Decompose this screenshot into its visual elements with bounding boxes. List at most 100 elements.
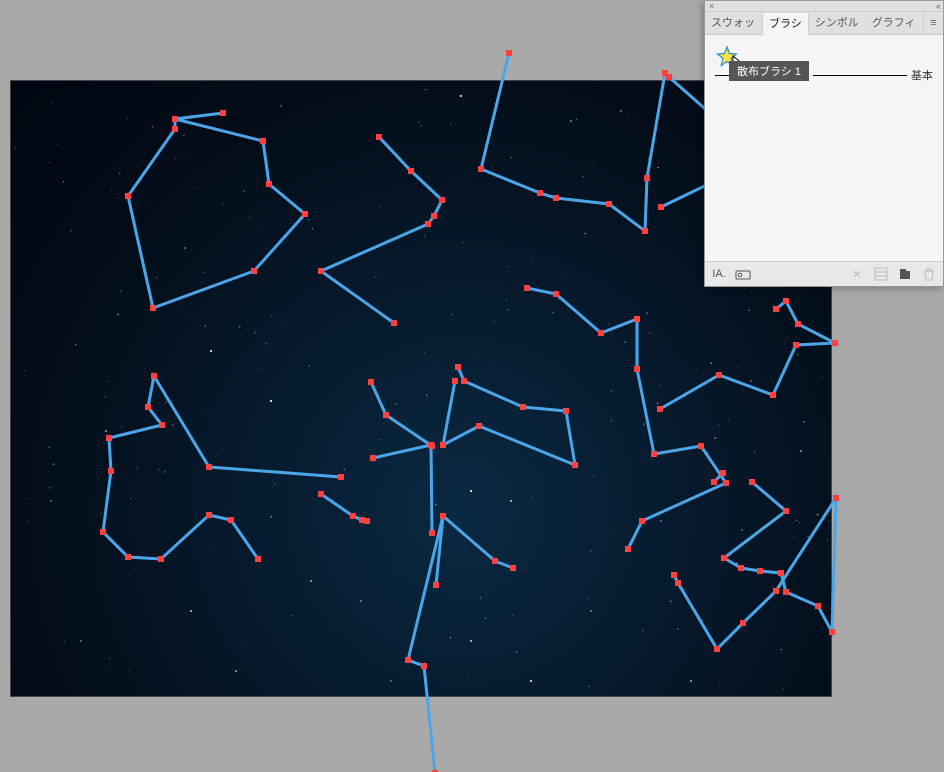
vector-path[interactable]	[321, 137, 442, 323]
anchor-point[interactable]	[106, 435, 112, 441]
anchor-point[interactable]	[433, 582, 439, 588]
anchor-point[interactable]	[773, 306, 779, 312]
anchor-point[interactable]	[815, 603, 821, 609]
anchor-point[interactable]	[671, 572, 677, 578]
basic-brush-row[interactable]: 基本	[715, 67, 933, 83]
anchor-point[interactable]	[145, 404, 151, 410]
vector-path[interactable]	[128, 113, 305, 308]
anchor-point[interactable]	[108, 468, 114, 474]
anchor-point[interactable]	[711, 479, 717, 485]
anchor-point[interactable]	[159, 422, 165, 428]
collapse-icon[interactable]: «	[936, 1, 939, 11]
anchor-point[interactable]	[425, 221, 431, 227]
anchor-point[interactable]	[206, 464, 212, 470]
anchor-point[interactable]	[251, 268, 257, 274]
anchor-point[interactable]	[757, 568, 763, 574]
anchor-point[interactable]	[642, 228, 648, 234]
anchor-point[interactable]	[553, 291, 559, 297]
anchor-point[interactable]	[318, 491, 324, 497]
anchor-point[interactable]	[383, 412, 389, 418]
anchor-point[interactable]	[405, 657, 411, 663]
anchor-point[interactable]	[783, 298, 789, 304]
anchor-point[interactable]	[658, 204, 664, 210]
anchor-point[interactable]	[720, 470, 726, 476]
anchor-point[interactable]	[606, 201, 612, 207]
anchor-point[interactable]	[644, 175, 650, 181]
anchor-point[interactable]	[172, 116, 178, 122]
anchor-point[interactable]	[100, 529, 106, 535]
anchor-point[interactable]	[318, 268, 324, 274]
anchor-point[interactable]	[738, 565, 744, 571]
anchor-point[interactable]	[266, 181, 272, 187]
anchor-point[interactable]	[125, 554, 131, 560]
anchor-point[interactable]	[150, 305, 156, 311]
anchor-point[interactable]	[439, 197, 445, 203]
anchor-point[interactable]	[455, 364, 461, 370]
anchor-point[interactable]	[206, 512, 212, 518]
anchor-point[interactable]	[172, 126, 178, 132]
anchor-point[interactable]	[440, 442, 446, 448]
tab-brushes[interactable]: ブラシ	[762, 13, 809, 35]
vector-path[interactable]	[674, 482, 836, 649]
anchor-point[interactable]	[657, 406, 663, 412]
anchor-point[interactable]	[255, 556, 261, 562]
anchor-point[interactable]	[723, 480, 729, 486]
anchor-point[interactable]	[666, 74, 672, 80]
anchor-point[interactable]	[338, 474, 344, 480]
anchor-point[interactable]	[716, 372, 722, 378]
anchor-point[interactable]	[421, 663, 427, 669]
anchor-point[interactable]	[125, 193, 131, 199]
brush-libraries-icon[interactable]: IA.	[711, 266, 727, 282]
anchor-point[interactable]	[260, 138, 266, 144]
anchor-point[interactable]	[370, 455, 376, 461]
anchor-point[interactable]	[537, 190, 543, 196]
anchor-point[interactable]	[563, 408, 569, 414]
anchor-point[interactable]	[625, 546, 631, 552]
anchor-point[interactable]	[510, 565, 516, 571]
anchor-point[interactable]	[773, 588, 779, 594]
anchor-point[interactable]	[506, 50, 512, 56]
new-brush-icon[interactable]	[897, 266, 913, 282]
anchor-point[interactable]	[698, 443, 704, 449]
anchor-point[interactable]	[440, 513, 446, 519]
anchor-point[interactable]	[740, 620, 746, 626]
libraries-menu-icon[interactable]	[735, 266, 751, 282]
anchor-point[interactable]	[376, 134, 382, 140]
anchor-point[interactable]	[829, 629, 835, 635]
tab-symbols[interactable]: シンボル	[809, 12, 866, 34]
anchor-point[interactable]	[634, 366, 640, 372]
anchor-point[interactable]	[833, 495, 839, 501]
anchor-point[interactable]	[151, 373, 157, 379]
anchor-point[interactable]	[675, 580, 681, 586]
vector-path[interactable]	[321, 494, 367, 521]
anchor-point[interactable]	[783, 589, 789, 595]
anchor-point[interactable]	[478, 166, 484, 172]
vector-path[interactable]	[371, 382, 432, 446]
anchor-point[interactable]	[220, 110, 226, 116]
anchor-point[interactable]	[492, 558, 498, 564]
anchor-point[interactable]	[391, 320, 397, 326]
anchor-point[interactable]	[795, 321, 801, 327]
anchor-point[interactable]	[431, 213, 437, 219]
anchor-point[interactable]	[520, 404, 526, 410]
vector-path[interactable]	[527, 288, 726, 549]
anchor-point[interactable]	[572, 462, 578, 468]
anchor-point[interactable]	[364, 518, 370, 524]
anchor-point[interactable]	[832, 340, 838, 346]
anchor-point[interactable]	[461, 378, 467, 384]
tab-graphic-styles[interactable]: グラフィ	[866, 12, 923, 34]
anchor-point[interactable]	[634, 316, 640, 322]
vector-path[interactable]	[443, 516, 513, 568]
anchor-point[interactable]	[714, 646, 720, 652]
anchor-point[interactable]	[553, 195, 559, 201]
close-icon[interactable]: ×	[709, 1, 714, 11]
tab-swatches[interactable]: スウォッ	[705, 12, 762, 34]
anchor-point[interactable]	[476, 423, 482, 429]
anchor-point[interactable]	[651, 451, 657, 457]
anchor-point[interactable]	[749, 479, 755, 485]
anchor-point[interactable]	[778, 570, 784, 576]
vector-path[interactable]	[373, 445, 432, 533]
anchor-point[interactable]	[428, 442, 434, 448]
anchor-point[interactable]	[429, 530, 435, 536]
vector-path[interactable]	[103, 376, 341, 559]
